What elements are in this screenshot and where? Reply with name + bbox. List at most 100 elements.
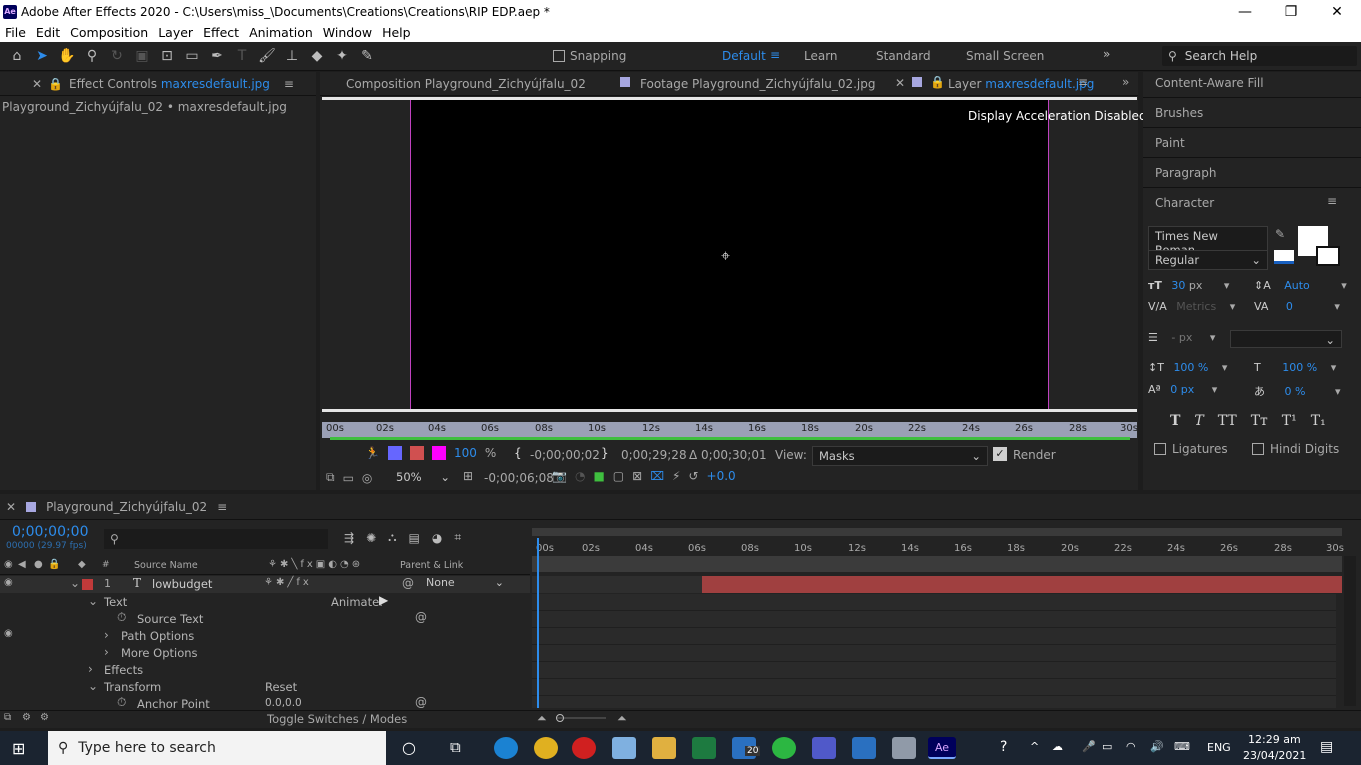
prop-path-options[interactable]: Path Options [121, 629, 194, 643]
wifi-icon[interactable]: ◠ [1126, 740, 1136, 753]
camera-snapshot-icon[interactable]: 📷 [552, 469, 567, 483]
type-tool-icon[interactable]: T [231, 45, 253, 67]
frame-blending-icon[interactable]: ▤ [409, 531, 420, 545]
view-dropdown[interactable]: Masks ⌄ [812, 446, 988, 466]
menu-edit[interactable]: Edit [31, 25, 65, 40]
transparency-grid-icon[interactable]: ⊠ [632, 469, 642, 483]
timeline-comp-tab[interactable]: Playground_Zichyújfalu_02 [46, 500, 207, 514]
out-point-icon[interactable]: } [601, 446, 609, 460]
brush-tool-icon[interactable]: 🖌 [256, 45, 278, 67]
battery-icon[interactable]: ▭ [1102, 740, 1112, 753]
current-time-indicator[interactable] [537, 538, 539, 708]
more-workspaces-icon[interactable]: » [1103, 47, 1110, 61]
rotate-tool-icon[interactable]: ↻ [106, 45, 128, 67]
timeline-menu-icon[interactable]: ≡ [217, 500, 227, 514]
onedrive-icon[interactable]: ☁ [1052, 740, 1063, 753]
horizontal-scale-value[interactable]: 100 % [1282, 361, 1317, 374]
draft-3d-icon[interactable]: ✺ [366, 531, 376, 545]
panel-menu-icon[interactable]: ≡ [284, 77, 294, 91]
magnification-dropdown[interactable]: 50% ⌄ [390, 468, 456, 486]
panel-character[interactable]: Character [1155, 196, 1214, 210]
volume-icon[interactable]: 🔊 [1150, 740, 1164, 753]
pan-behind-tool-icon[interactable]: ⊡ [156, 45, 178, 67]
eraser-tool-icon[interactable]: ◆ [306, 45, 328, 67]
ligatures-checkbox[interactable] [1154, 443, 1166, 455]
whatsapp-icon[interactable] [772, 737, 796, 759]
menu-effect[interactable]: Effect [198, 25, 244, 40]
blue-channel-icon[interactable] [387, 446, 402, 460]
excel-icon[interactable] [692, 737, 716, 759]
column-parent-link[interactable]: Parent & Link [400, 560, 463, 571]
monitor-icon[interactable]: ▭ [343, 471, 354, 485]
reset-exposure-icon[interactable]: ↺ [688, 469, 698, 483]
language-indicator[interactable]: ENG [1207, 741, 1231, 754]
edge-icon[interactable] [494, 737, 518, 759]
effect-controls-tab[interactable]: Effect Controls maxresdefault.jpg [69, 77, 270, 91]
motion-blur-icon[interactable]: ◕ [432, 531, 442, 545]
help-icon[interactable]: ? [1000, 739, 1007, 755]
stroke-width-value[interactable]: - px [1171, 331, 1192, 344]
exposure-value[interactable]: +0.0 [707, 469, 736, 483]
prop-effects[interactable]: Effects [104, 663, 143, 677]
current-time[interactable]: -0;00;06;08 [484, 471, 554, 485]
pickwhip-icon[interactable]: @ [402, 576, 414, 590]
opera-icon[interactable] [572, 737, 596, 759]
visibility-eye-icon[interactable]: ◉ [4, 577, 13, 588]
character-menu-icon[interactable]: ≡ [1327, 194, 1337, 208]
timeline-search-field[interactable]: ⚲ [104, 529, 328, 549]
cortana-icon[interactable]: ○ [402, 738, 416, 757]
close-button[interactable]: ✕ [1314, 0, 1360, 23]
superscript-button[interactable]: T¹ [1282, 413, 1297, 429]
chrome-icon[interactable] [534, 737, 558, 759]
leading-value[interactable]: Auto [1284, 279, 1310, 292]
walk-icon[interactable]: 🏃 [365, 446, 380, 460]
opacity-percent[interactable]: 100 [454, 446, 477, 460]
microphone-icon[interactable]: 🎤 [1082, 740, 1096, 753]
toggle-switches-modes[interactable]: Toggle Switches / Modes [267, 712, 407, 726]
minimize-button[interactable]: — [1222, 0, 1268, 23]
workspace-small-screen[interactable]: Small Screen [966, 49, 1044, 63]
tab-layer[interactable]: Layer maxresdefault.jpg [948, 77, 1094, 91]
subscript-button[interactable]: T₁ [1311, 413, 1326, 429]
twirl-right-icon[interactable]: › [104, 628, 109, 642]
in-out-pane-icon[interactable]: ⚙ [40, 712, 49, 723]
in-point-icon[interactable]: { [514, 446, 522, 460]
panel-paint[interactable]: Paint [1155, 136, 1185, 150]
workspace-learn[interactable]: Learn [804, 49, 838, 63]
menu-animation[interactable]: Animation [244, 25, 318, 40]
twirl-down-icon[interactable]: ⌄ [70, 576, 80, 590]
camera-tool-icon[interactable]: ▣ [131, 45, 153, 67]
panel-brushes[interactable]: Brushes [1155, 106, 1203, 120]
faux-italic-button[interactable]: T [1194, 413, 1203, 429]
prop-source-text[interactable]: Source Text [137, 612, 203, 626]
app-icon[interactable] [892, 737, 916, 759]
clock-time[interactable]: 12:29 am [1248, 733, 1301, 746]
layer-name[interactable]: lowbudget [152, 577, 212, 591]
teams-icon[interactable] [812, 737, 836, 759]
ligatures-option[interactable]: Ligatures [1154, 442, 1228, 456]
region-of-interest-icon[interactable]: ▢ [613, 469, 624, 483]
workspace-menu-icon[interactable]: ≡ [770, 48, 780, 62]
audio-icon[interactable]: ◀ [18, 559, 26, 570]
menu-file[interactable]: File [0, 25, 31, 40]
stroke-style-dropdown[interactable]: ⌄ [1230, 330, 1342, 348]
notifications-icon[interactable]: ▤ [1320, 739, 1333, 755]
toggle-mask-icon[interactable]: ⌧ [650, 469, 664, 483]
clone-stamp-tool-icon[interactable]: ⊥ [281, 45, 303, 67]
twirl-right-icon[interactable]: › [88, 662, 93, 676]
close-tab-icon[interactable]: ✕ [32, 77, 42, 91]
stroke-color-swatch[interactable] [1316, 246, 1340, 266]
show-hidden-icons[interactable]: ^ [1030, 740, 1039, 753]
baseline-shift-value[interactable]: 0 px [1170, 383, 1194, 396]
transfer-controls-icon[interactable]: ⚙ [22, 712, 31, 723]
twirl-down-icon[interactable]: ⌄ [88, 594, 98, 608]
solo-icon[interactable]: ● [34, 559, 43, 570]
twirl-down-icon[interactable]: ⌄ [88, 679, 98, 693]
tracking-value[interactable]: 0 [1286, 300, 1293, 313]
workspace-standard[interactable]: Standard [876, 49, 931, 63]
panel-content-aware-fill[interactable]: Content-Aware Fill [1155, 76, 1264, 90]
font-style-dropdown[interactable]: Regular ⌄ [1148, 250, 1268, 270]
hindi-digits-checkbox[interactable] [1252, 443, 1264, 455]
parent-dropdown[interactable]: None ⌄ [420, 576, 510, 592]
close-layer-tab-icon[interactable]: ✕ [895, 76, 905, 90]
